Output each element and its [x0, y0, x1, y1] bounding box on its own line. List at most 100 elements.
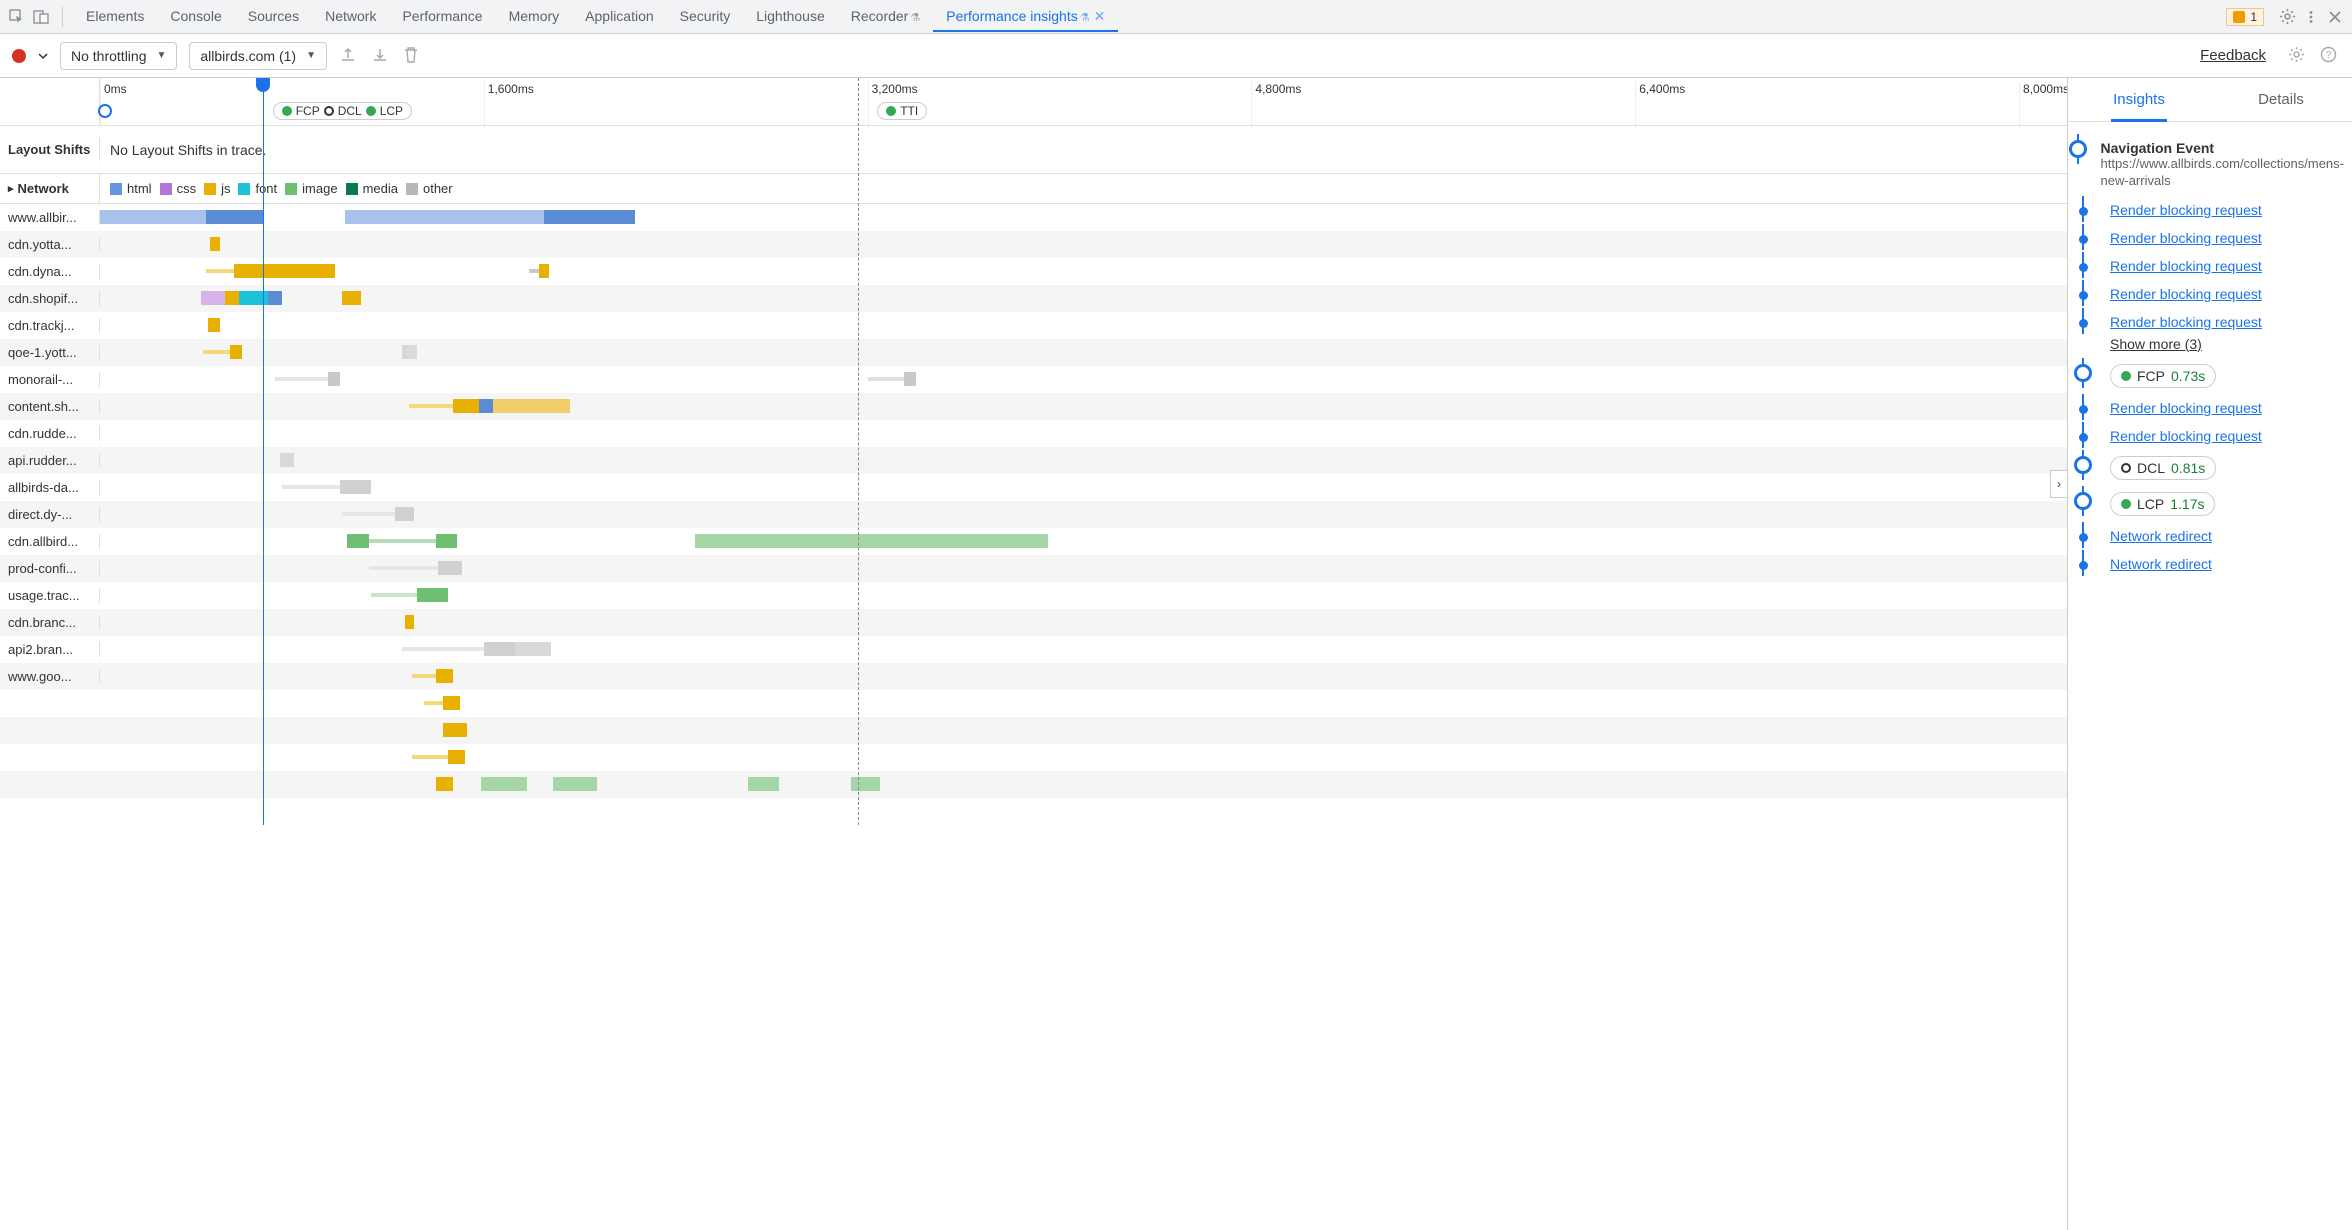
network-row[interactable]: qoe-1.yott... [0, 339, 2067, 366]
request-bar[interactable] [345, 210, 544, 224]
request-bar[interactable] [544, 210, 635, 224]
request-bar[interactable] [412, 674, 436, 678]
network-row[interactable]: allbirds-da... [0, 474, 2067, 501]
export-icon[interactable] [339, 46, 359, 66]
network-row[interactable]: cdn.dyna... [0, 258, 2067, 285]
tab-sources[interactable]: Sources [235, 2, 312, 31]
request-bar[interactable] [453, 399, 479, 413]
request-bar[interactable] [328, 372, 340, 386]
timing-pill[interactable]: TTI [877, 102, 927, 120]
request-bar[interactable] [529, 269, 539, 273]
network-row[interactable]: usage.trac... [0, 582, 2067, 609]
recording-dropdown[interactable]: allbirds.com (1)▼ [189, 42, 327, 70]
side-tab-insights[interactable]: Insights [2068, 78, 2210, 121]
request-bar[interactable] [436, 669, 453, 683]
insight-link[interactable]: Render blocking request [2110, 258, 2262, 274]
feedback-link[interactable]: Feedback [2200, 47, 2266, 64]
network-row[interactable]: api2.bran... [0, 636, 2067, 663]
request-bar[interactable] [424, 701, 443, 705]
tab-application[interactable]: Application [572, 2, 667, 31]
request-bar[interactable] [234, 264, 335, 278]
insight-link[interactable]: Render blocking request [2110, 400, 2262, 416]
insight-link[interactable]: Render blocking request [2110, 428, 2262, 444]
request-bar[interactable] [225, 291, 239, 305]
request-bar[interactable] [553, 777, 596, 791]
request-bar[interactable] [100, 210, 206, 224]
request-bar[interactable] [932, 534, 1047, 548]
request-bar[interactable] [515, 642, 551, 656]
settings-gear-icon[interactable] [2276, 6, 2298, 28]
network-row[interactable]: cdn.shopif... [0, 285, 2067, 312]
request-bar[interactable] [371, 593, 417, 597]
insight-link[interactable]: Render blocking request [2110, 230, 2262, 246]
request-bar[interactable] [436, 534, 458, 548]
request-bar[interactable] [347, 534, 369, 548]
side-tab-details[interactable]: Details [2210, 78, 2352, 121]
request-bar[interactable] [417, 588, 448, 602]
network-row[interactable] [0, 771, 2067, 798]
network-row[interactable] [0, 690, 2067, 717]
network-row[interactable]: cdn.trackj... [0, 312, 2067, 339]
collapse-panel-button[interactable]: › [2050, 470, 2068, 498]
request-bar[interactable] [203, 350, 229, 354]
tab-memory[interactable]: Memory [496, 2, 573, 31]
tab-recorder[interactable]: Recorder⚗ [838, 2, 933, 31]
tab-network[interactable]: Network [312, 2, 389, 31]
tab-lighthouse[interactable]: Lighthouse [743, 2, 838, 31]
metric-pill[interactable]: DCL0.81s [2110, 456, 2216, 480]
delete-icon[interactable] [403, 46, 423, 66]
throttling-dropdown[interactable]: No throttling▼ [60, 42, 177, 70]
network-row[interactable]: content.sh... [0, 393, 2067, 420]
request-bar[interactable] [340, 480, 371, 494]
network-row[interactable]: api.rudder... [0, 447, 2067, 474]
request-bar[interactable] [395, 507, 414, 521]
network-heading[interactable]: Network [0, 174, 100, 203]
request-bar[interactable] [436, 777, 453, 791]
insight-link[interactable]: Network redirect [2110, 556, 2212, 572]
request-bar[interactable] [695, 534, 932, 548]
inspect-icon[interactable] [6, 6, 28, 28]
playhead-handle[interactable] [256, 78, 270, 92]
request-bar[interactable] [230, 345, 242, 359]
insight-link[interactable]: Render blocking request [2110, 202, 2262, 218]
network-row[interactable]: prod-confi... [0, 555, 2067, 582]
network-row[interactable]: cdn.yotta... [0, 231, 2067, 258]
network-row[interactable] [0, 744, 2067, 771]
record-chevron-icon[interactable] [38, 51, 48, 61]
more-vert-icon[interactable] [2300, 6, 2322, 28]
request-bar[interactable] [210, 237, 220, 251]
tab-console[interactable]: Console [157, 2, 234, 31]
network-row[interactable]: direct.dy-... [0, 501, 2067, 528]
request-bar[interactable] [402, 647, 484, 651]
request-bar[interactable] [438, 561, 462, 575]
request-bar[interactable] [369, 566, 439, 570]
tab-security[interactable]: Security [667, 2, 744, 31]
request-bar[interactable] [282, 485, 340, 489]
close-tab-icon[interactable]: ✕ [1094, 8, 1106, 24]
network-row[interactable]: cdn.rudde... [0, 420, 2067, 447]
request-bar[interactable] [868, 377, 904, 381]
request-bar[interactable] [479, 399, 493, 413]
close-devtools-icon[interactable] [2324, 6, 2346, 28]
request-bar[interactable] [481, 777, 527, 791]
network-row[interactable]: cdn.branc... [0, 609, 2067, 636]
tab-performance[interactable]: Performance [389, 2, 495, 31]
request-bar[interactable] [493, 399, 570, 413]
request-bar[interactable] [275, 377, 328, 381]
request-bar[interactable] [342, 291, 361, 305]
tab-performance-insights[interactable]: Performance insights⚗✕ [933, 2, 1118, 31]
request-bar[interactable] [369, 539, 436, 543]
request-bar[interactable] [201, 291, 225, 305]
request-bar[interactable] [206, 210, 264, 224]
request-bar[interactable] [206, 269, 235, 273]
request-bar[interactable] [402, 345, 416, 359]
request-bar[interactable] [443, 723, 467, 737]
device-toolbar-icon[interactable] [30, 6, 52, 28]
show-more-link[interactable]: Show more (3) [2110, 336, 2344, 352]
insight-link[interactable]: Render blocking request [2110, 286, 2262, 302]
network-row[interactable] [0, 717, 2067, 744]
request-bar[interactable] [484, 642, 515, 656]
network-row[interactable]: www.allbir... [0, 204, 2067, 231]
record-button[interactable] [12, 49, 26, 63]
request-bar[interactable] [268, 291, 282, 305]
